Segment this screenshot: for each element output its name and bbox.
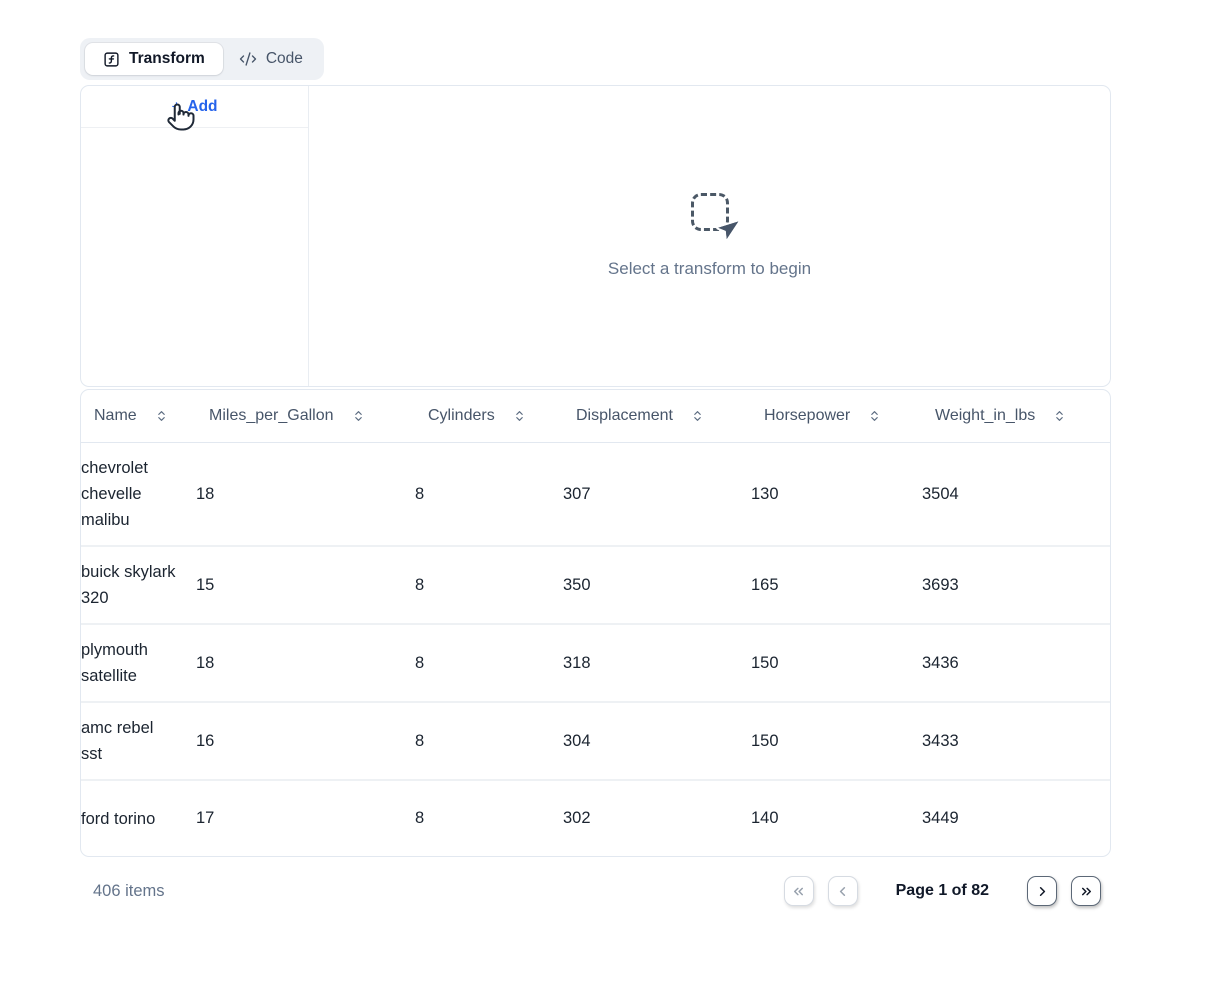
last-page-button[interactable]: [1071, 876, 1101, 906]
plus-icon: +: [171, 98, 181, 115]
column-label: Cylinders: [428, 407, 495, 425]
first-page-button[interactable]: [784, 876, 814, 906]
tab-code[interactable]: Code: [223, 43, 319, 75]
cell-miles-per-gallon: 15: [196, 576, 415, 595]
add-row: + Add: [81, 86, 308, 128]
table-footer: 406 items Page 1 of 82: [80, 871, 1111, 911]
cell-displacement: 318: [563, 654, 751, 673]
view-tabbar: Transform Code: [80, 38, 324, 80]
empty-state-text: Select a transform to begin: [608, 259, 811, 279]
cell-horsepower: 165: [751, 576, 922, 595]
column-header-name[interactable]: Name: [94, 407, 209, 425]
chevrons-up-down-icon: [1053, 409, 1066, 423]
column-header-displacement[interactable]: Displacement: [576, 407, 764, 425]
main-content: Transform Code + Add: [80, 38, 1111, 911]
cell-name: ford torino: [81, 806, 196, 832]
cell-cylinders: 8: [415, 485, 563, 504]
chevrons-left-icon: [791, 884, 806, 899]
cell-cylinders: 8: [415, 576, 563, 595]
tab-transform-label: Transform: [129, 50, 205, 68]
chevrons-up-down-icon: [868, 409, 881, 423]
column-header-miles-per-gallon[interactable]: Miles_per_Gallon: [209, 407, 428, 425]
transform-list-pane: + Add: [81, 86, 309, 386]
add-transform-button[interactable]: + Add: [171, 98, 217, 116]
cell-miles-per-gallon: 18: [196, 654, 415, 673]
code-icon: [239, 50, 257, 68]
tab-transform[interactable]: Transform: [85, 43, 223, 75]
chevron-left-icon: [835, 884, 850, 899]
tab-code-label: Code: [266, 50, 303, 68]
transform-panel: + Add Select a transform to begin: [80, 85, 1111, 387]
cell-horsepower: 150: [751, 654, 922, 673]
table-row[interactable]: chevrolet chevelle malibu 18 8 307 130 3…: [81, 443, 1110, 547]
chevrons-up-down-icon: [513, 409, 526, 423]
cell-cylinders: 8: [415, 809, 563, 828]
column-label: Name: [94, 407, 137, 425]
pagination: Page 1 of 82: [784, 876, 1101, 906]
dashed-box-mouse-pointer-icon: [691, 193, 729, 231]
mouse-pointer-arrow-icon: [713, 216, 740, 243]
transform-editor-pane: Select a transform to begin: [309, 86, 1110, 386]
chevrons-up-down-icon: [691, 409, 704, 423]
cell-cylinders: 8: [415, 654, 563, 673]
column-header-cylinders[interactable]: Cylinders: [428, 407, 576, 425]
next-page-button[interactable]: [1027, 876, 1057, 906]
table-row[interactable]: ford torino 17 8 302 140 3449: [81, 781, 1110, 856]
chevrons-right-icon: [1079, 884, 1094, 899]
cell-name: chevrolet chevelle malibu: [81, 455, 196, 533]
add-transform-label: Add: [187, 98, 217, 116]
function-square-icon: [103, 51, 120, 68]
data-table: Name Miles_per_Gallon Cylinders Displace…: [80, 389, 1111, 857]
cell-displacement: 302: [563, 809, 751, 828]
table-row[interactable]: amc rebel sst 16 8 304 150 3433: [81, 703, 1110, 781]
cell-cylinders: 8: [415, 732, 563, 751]
cell-weight-in-lbs: 3433: [922, 732, 1110, 751]
column-header-horsepower[interactable]: Horsepower: [764, 407, 935, 425]
cell-miles-per-gallon: 18: [196, 485, 415, 504]
chevron-right-icon: [1035, 884, 1050, 899]
cell-weight-in-lbs: 3693: [922, 576, 1110, 595]
cell-horsepower: 150: [751, 732, 922, 751]
previous-page-button[interactable]: [828, 876, 858, 906]
column-header-weight-in-lbs[interactable]: Weight_in_lbs: [935, 407, 1110, 425]
cell-displacement: 307: [563, 485, 751, 504]
page-indicator: Page 1 of 82: [896, 882, 989, 900]
cell-name: plymouth satellite: [81, 637, 196, 689]
column-label: Displacement: [576, 407, 673, 425]
cell-displacement: 304: [563, 732, 751, 751]
column-label: Miles_per_Gallon: [209, 407, 334, 425]
items-count: 406 items: [93, 882, 165, 901]
cell-weight-in-lbs: 3504: [922, 485, 1110, 504]
cell-miles-per-gallon: 17: [196, 809, 415, 828]
cell-name: amc rebel sst: [81, 715, 196, 767]
table-row[interactable]: buick skylark 320 15 8 350 165 3693: [81, 547, 1110, 625]
cell-miles-per-gallon: 16: [196, 732, 415, 751]
table-row[interactable]: plymouth satellite 18 8 318 150 3436: [81, 625, 1110, 703]
chevrons-up-down-icon: [352, 409, 365, 423]
cell-displacement: 350: [563, 576, 751, 595]
column-label: Horsepower: [764, 407, 850, 425]
chevrons-up-down-icon: [155, 409, 168, 423]
column-label: Weight_in_lbs: [935, 407, 1035, 425]
cell-horsepower: 130: [751, 485, 922, 504]
cell-horsepower: 140: [751, 809, 922, 828]
table-header-row: Name Miles_per_Gallon Cylinders Displace…: [81, 390, 1110, 443]
cell-weight-in-lbs: 3449: [922, 809, 1110, 828]
cell-weight-in-lbs: 3436: [922, 654, 1110, 673]
cell-name: buick skylark 320: [81, 559, 196, 611]
